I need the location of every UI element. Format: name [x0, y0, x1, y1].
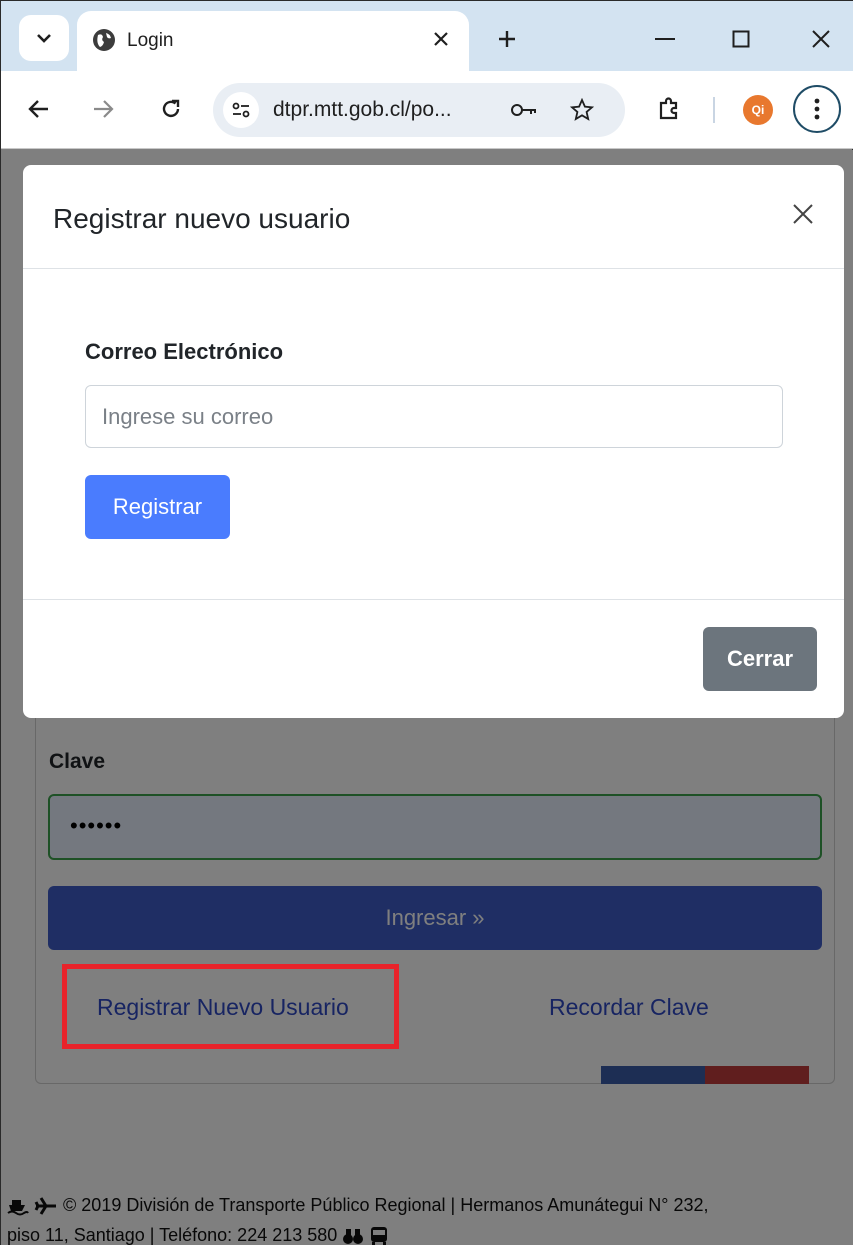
email-label: Correo Electrónico	[85, 339, 284, 364]
minimize-icon	[655, 38, 675, 40]
reload-icon	[162, 99, 180, 118]
kebab-menu-icon	[814, 98, 820, 120]
address-bar[interactable]: dtpr.mtt.gob.cl/po...	[213, 83, 625, 137]
forward-button[interactable]	[83, 89, 123, 129]
close-modal-button[interactable]: Cerrar	[703, 627, 817, 691]
back-button[interactable]	[19, 89, 59, 129]
maximize-icon	[732, 30, 750, 48]
register-user-modal: Registrar nuevo usuario Correo Electróni…	[23, 165, 844, 718]
globe-icon	[93, 29, 115, 51]
extensions-button[interactable]	[649, 89, 689, 129]
chevron-down-icon	[37, 34, 51, 43]
modal-header: Registrar nuevo usuario	[23, 165, 844, 269]
tab-title: Login	[127, 30, 174, 51]
modal-close-button[interactable]	[788, 199, 818, 229]
arrow-right-icon	[94, 100, 114, 118]
register-button[interactable]: Registrar	[85, 475, 230, 539]
puzzle-icon	[659, 97, 678, 120]
email-input[interactable]	[85, 385, 783, 448]
close-icon	[812, 30, 830, 48]
url-text: dtpr.mtt.gob.cl/po...	[273, 98, 452, 121]
profile-avatar[interactable]: Qi	[743, 95, 773, 125]
key-icon[interactable]	[509, 97, 539, 123]
browser-menu-button[interactable]	[793, 85, 841, 133]
modal-title: Registrar nuevo usuario	[53, 203, 351, 234]
maximize-button[interactable]	[719, 17, 763, 61]
tab-close-icon[interactable]	[427, 25, 455, 53]
reload-button[interactable]	[151, 89, 191, 129]
minimize-button[interactable]	[643, 17, 687, 61]
close-window-button[interactable]	[799, 17, 843, 61]
close-icon	[793, 204, 813, 224]
site-info-icon[interactable]	[223, 92, 259, 128]
arrow-left-icon	[28, 100, 48, 118]
browser-tab-login[interactable]: Login	[77, 11, 469, 71]
new-tab-button[interactable]	[487, 19, 527, 59]
browser-tab-strip: Login	[1, 1, 853, 71]
toolbar-divider	[713, 97, 715, 123]
plus-icon	[499, 31, 515, 47]
bookmark-star-icon[interactable]	[567, 96, 597, 124]
tab-search-button[interactable]	[19, 15, 69, 61]
browser-toolbar: dtpr.mtt.gob.cl/po... Qi	[1, 71, 853, 149]
highlight-box	[62, 964, 399, 1049]
